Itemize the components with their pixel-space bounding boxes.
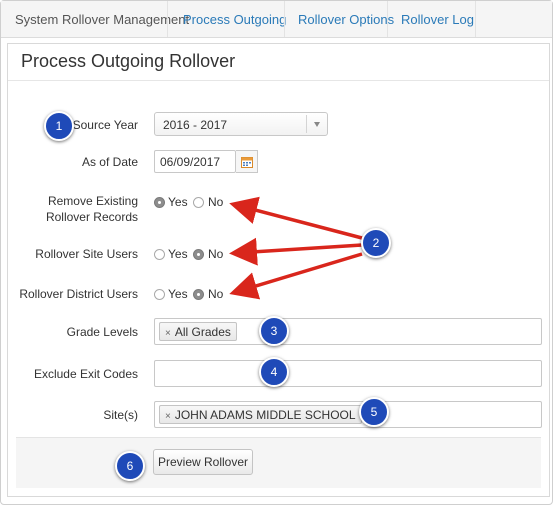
tab-rollover-log[interactable]: Rollover Log — [401, 12, 474, 27]
remove-existing-yes-radio[interactable] — [154, 197, 165, 208]
site-users-yes-radio[interactable] — [154, 249, 165, 260]
remove-existing-yes-label: Yes — [168, 195, 188, 209]
remove-existing-label: Remove Existing Rollover Records — [8, 193, 138, 225]
grade-levels-input[interactable]: × All Grades — [154, 318, 542, 345]
site-chip-label: JOHN ADAMS MIDDLE SCHOOL — [174, 408, 356, 422]
grade-levels-label: Grade Levels — [66, 325, 138, 339]
site-chip: × JOHN ADAMS MIDDLE SCHOOL — [159, 405, 362, 424]
nav-divider — [475, 1, 476, 37]
rollover-district-users-label: Rollover District Users — [19, 287, 138, 301]
as-of-date-input[interactable] — [154, 150, 236, 173]
remove-existing-no-label: No — [208, 195, 224, 209]
annotation-badge-5: 5 — [359, 397, 389, 427]
annotation-badge-1: 1 — [44, 111, 74, 141]
exclude-exit-codes-label: Exclude Exit Codes — [33, 367, 138, 381]
source-year-value: 2016 - 2017 — [163, 118, 228, 132]
chip-remove-icon[interactable]: × — [165, 411, 171, 422]
nav-divider — [387, 1, 388, 37]
chevron-down-icon — [314, 122, 320, 127]
top-nav: System Rollover Management Process Outgo… — [1, 1, 552, 38]
grade-chip-label: All Grades — [174, 325, 231, 339]
nav-divider — [167, 1, 168, 37]
site-users-no-radio[interactable] — [193, 249, 204, 260]
calendar-icon — [241, 157, 253, 168]
annotation-badge-3: 3 — [259, 316, 289, 346]
form-footer: Preview Rollover — [16, 437, 541, 488]
grade-chip: × All Grades — [159, 322, 237, 341]
remove-existing-label-line2: Rollover Records — [45, 210, 138, 224]
district-users-no-radio[interactable] — [193, 289, 204, 300]
tab-process-outgoing[interactable]: Process Outgoing — [183, 12, 286, 27]
page-title: Process Outgoing Rollover — [21, 51, 236, 71]
district-users-no-label: No — [208, 287, 224, 301]
district-users-yes-label: Yes — [168, 287, 188, 301]
exclude-exit-codes-input[interactable] — [154, 360, 542, 387]
annotation-badge-4: 4 — [259, 357, 289, 387]
rollover-site-users-label: Rollover Site Users — [35, 247, 138, 261]
district-users-yes-radio[interactable] — [154, 289, 165, 300]
chip-remove-icon[interactable]: × — [165, 328, 171, 339]
nav-divider — [284, 1, 285, 37]
site-users-no-label: No — [208, 247, 224, 261]
remove-existing-no-radio[interactable] — [193, 197, 204, 208]
annotation-badge-6: 6 — [115, 451, 145, 481]
title-divider — [8, 80, 549, 81]
source-year-select[interactable]: 2016 - 2017 — [154, 112, 328, 136]
annotation-badge-2: 2 — [361, 228, 391, 258]
preview-rollover-button[interactable]: Preview Rollover — [153, 449, 253, 475]
tab-rollover-options[interactable]: Rollover Options — [298, 12, 394, 27]
sites-label: Site(s) — [103, 408, 138, 422]
nav-title: System Rollover Management — [15, 12, 190, 27]
remove-existing-label-line1: Remove Existing — [47, 194, 138, 208]
rollover-form-card: Process Outgoing Rollover Source Year 20… — [7, 43, 550, 497]
as-of-date-label: As of Date — [81, 155, 138, 169]
calendar-button[interactable] — [236, 150, 258, 173]
site-users-yes-label: Yes — [168, 247, 188, 261]
sites-input[interactable]: × JOHN ADAMS MIDDLE SCHOOL — [154, 401, 542, 428]
